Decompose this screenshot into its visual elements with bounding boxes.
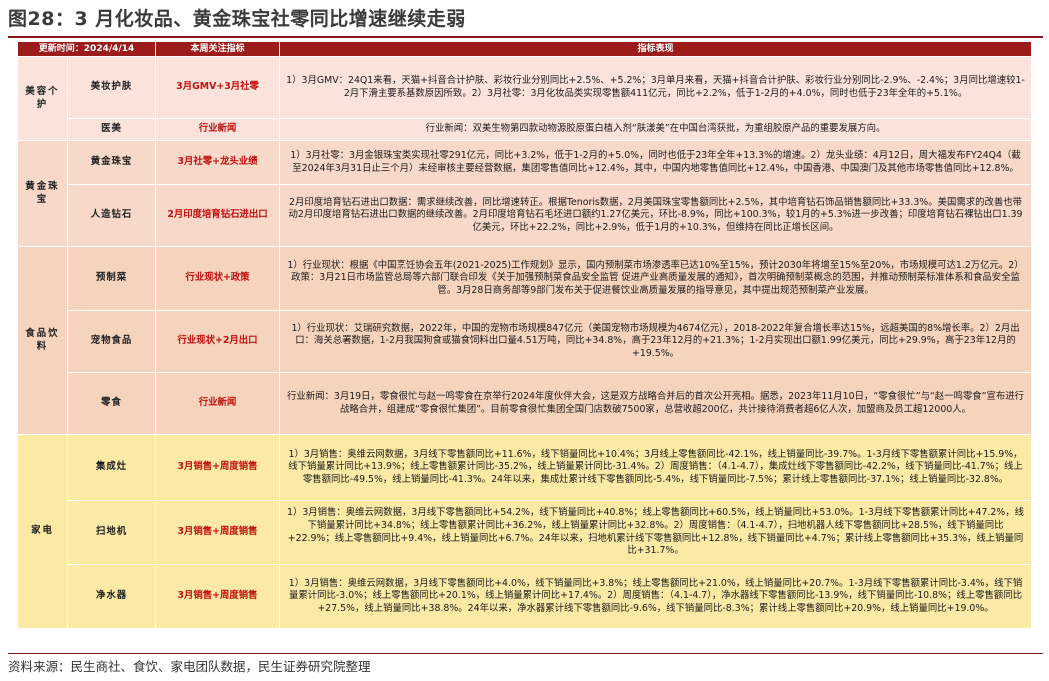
subcategory-cell: 扫地机 xyxy=(66,500,157,565)
table-row: 零食 行业新闻 行业新闻：3月19日，零食很忙与赵一鸣零食在京举行2024年度伙… xyxy=(18,372,1033,435)
subcategory-cell: 医美 xyxy=(66,118,157,141)
source-note: 资料来源：民生商社、食饮、家电团队数据，民生证券研究院整理 xyxy=(8,659,371,674)
focus-cell: 3月销售+周度销售 xyxy=(155,564,281,629)
performance-cell: 2月印度培育钻石进出口数据：需求继续改善，同比增速转正。根据Tenoris数据，… xyxy=(279,184,1033,247)
bottom-divider xyxy=(8,653,1043,654)
performance-cell: 1）3月销售：奥维云网数据，3月线下零售额同比+54.2%，线下销量同比+40.… xyxy=(279,500,1033,565)
subcategory-cell: 美妆护肤 xyxy=(66,56,157,119)
performance-cell: 1）3月GMV：24Q1来看，天猫+抖音合计护肤、彩妆行业分别同比+2.5%、+… xyxy=(279,56,1033,119)
table-row: 家电 集成灶 3月销售+周度销售 1）3月销售：奥维云网数据，3月线下零售额同比… xyxy=(17,434,1033,629)
focus-cell: 行业现状+政策 xyxy=(155,246,281,311)
performance-cell: 1）行业现状：艾瑞研究数据，2022年，中国的宠物市场规模847亿元（美国宠物市… xyxy=(279,310,1033,373)
focus-indicator-header: 本周关注指标 xyxy=(155,41,281,57)
performance-cell: 1）行业现状：根据《中国烹饪协会五年(2021-2025)工作规划》显示，国内预… xyxy=(279,246,1033,311)
table-row: 黄金珠宝 黄金珠宝 3月社零+龙头业绩 1）3月社零：3月金银珠宝类实现社零29… xyxy=(17,140,1033,247)
category-cell: 美容个护 xyxy=(17,56,68,141)
subcategory-cell: 零食 xyxy=(66,372,157,435)
title-divider xyxy=(8,36,1043,38)
figure-title: 图28：3 月化妆品、黄金珠宝社零同比增速继续走弱 xyxy=(8,8,466,30)
subcategory-cell: 宠物食品 xyxy=(66,310,157,373)
table-row: 美容个护 美妆护肤 3月GMV+3月社零 1）3月GMV：24Q1来看，天猫+抖… xyxy=(17,56,1033,141)
subcategory-cell: 集成灶 xyxy=(66,434,157,501)
category-cell: 家电 xyxy=(17,434,68,629)
table-row: 食品饮料 预制菜 行业现状+政策 1）行业现状：根据《中国烹饪协会五年(2021… xyxy=(17,246,1033,435)
table-header-row: 更新时间：2024/4/14 本周关注指标 指标表现 xyxy=(16,41,1033,57)
indicator-table: 更新时间：2024/4/14 本周关注指标 指标表现 美容个护 美妆护肤 3月G… xyxy=(16,41,1033,629)
category-cell: 食品饮料 xyxy=(17,246,68,435)
focus-cell: 3月销售+周度销售 xyxy=(155,434,281,501)
table-row: 医美 行业新闻 行业新闻：双美生物第四款动物源胶原蛋白植入剂“肤漾美”在中国台湾… xyxy=(18,118,1033,141)
focus-cell: 3月社零+龙头业绩 xyxy=(155,140,281,185)
performance-cell: 1）3月销售：奥维云网数据，3月线下零售额同比+4.0%，线下销量同比+3.8%… xyxy=(279,564,1033,629)
focus-cell: 2月印度培育钻石进出口 xyxy=(155,184,281,247)
focus-cell: 行业现状+2月出口 xyxy=(155,310,281,373)
update-time-header: 更新时间：2024/4/14 xyxy=(16,41,157,57)
table-row: 扫地机 3月销售+周度销售 1）3月销售：奥维云网数据，3月线下零售额同比+54… xyxy=(18,500,1033,565)
table-row: 宠物食品 行业现状+2月出口 1）行业现状：艾瑞研究数据，2022年，中国的宠物… xyxy=(18,310,1033,373)
performance-cell: 1）3月社零：3月金银珠宝类实现社零291亿元，同比+3.2%，低于1-2月的+… xyxy=(279,140,1033,185)
focus-cell: 行业新闻 xyxy=(155,372,281,435)
focus-cell: 行业新闻 xyxy=(155,118,281,141)
performance-cell: 1）3月销售：奥维云网数据，3月线下零售额同比+11.6%，线下销量同比+10.… xyxy=(279,434,1033,501)
performance-cell: 行业新闻：双美生物第四款动物源胶原蛋白植入剂“肤漾美”在中国台湾获批，为重组胶原… xyxy=(279,118,1033,141)
performance-header: 指标表现 xyxy=(279,41,1033,57)
performance-cell: 行业新闻：3月19日，零食很忙与赵一鸣零食在京举行2024年度伙伴大会，这是双方… xyxy=(279,372,1033,435)
category-cell: 黄金珠宝 xyxy=(17,140,68,247)
subcategory-cell: 预制菜 xyxy=(66,246,157,311)
subcategory-cell: 净水器 xyxy=(66,564,157,629)
focus-cell: 3月销售+周度销售 xyxy=(155,500,281,565)
focus-cell: 3月GMV+3月社零 xyxy=(155,56,281,119)
table-row: 净水器 3月销售+周度销售 1）3月销售：奥维云网数据，3月线下零售额同比+4.… xyxy=(18,564,1033,629)
table-row: 人造钻石 2月印度培育钻石进出口 2月印度培育钻石进出口数据：需求继续改善，同比… xyxy=(18,184,1033,247)
subcategory-cell: 人造钻石 xyxy=(66,184,157,247)
subcategory-cell: 黄金珠宝 xyxy=(66,140,157,185)
